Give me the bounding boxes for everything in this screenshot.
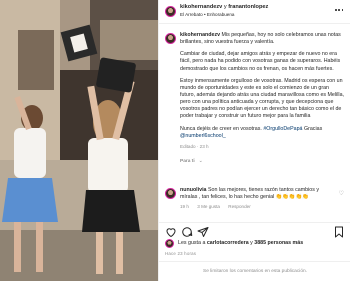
chevron-down-icon: ⌄ — [198, 159, 203, 165]
comments-limited-notice: Se limitaron los comentarios en esta pub… — [159, 261, 350, 281]
post-timestamp[interactable]: Hace 23 horas — [165, 251, 196, 256]
share-icon[interactable] — [197, 226, 209, 238]
comment-reply-button[interactable]: Responder — [228, 204, 250, 209]
comment-likes[interactable]: 3 Me gusta — [197, 204, 220, 209]
comment-text: nunuolivia Son las mejores, tienes razón… — [180, 187, 330, 210]
liker-avatar[interactable] — [165, 239, 174, 248]
comment-item: nunuolivia Son las mejores, tienes razón… — [159, 186, 350, 214]
post-authors[interactable]: kikohernandezv y franantonlopez — [180, 4, 268, 10]
author-username[interactable]: kikohernandezv — [180, 4, 222, 10]
likes-prefix: Les gusta a — [178, 240, 207, 246]
comment-meta: 19 h 3 Me gusta Responder — [180, 203, 330, 210]
comment-time: 19 h — [180, 204, 189, 209]
caption-paragraph-2: Cambiar de ciudad, dejar amigos atrás y … — [180, 51, 341, 72]
comment-sort-label: Para ti — [180, 159, 195, 165]
caption-meta: Editado · 23 h — [180, 143, 209, 149]
likes-text[interactable]: Les gusta a carlotacorredera y 3885 pers… — [178, 240, 303, 246]
likes-summary: Les gusta a carlotacorredera y 3885 pers… — [165, 239, 347, 249]
hashtag-link[interactable]: #OrgulloDePapá — [263, 126, 302, 132]
mention-link[interactable]: @numberl6school_ — [180, 133, 226, 139]
comment-sort[interactable]: Para ti ⌄ — [180, 158, 344, 165]
post-header: kikohernandezv y franantonlopez El Arreb… — [159, 0, 350, 24]
caption-paragraph-3: Estoy inmensamente orgulloso de vosotras… — [180, 77, 344, 120]
more-options-icon[interactable] — [335, 8, 345, 12]
commenter-avatar[interactable] — [165, 188, 176, 199]
caption-paragraph-4: Nunca dejéis de creer en vosotras. — [180, 125, 264, 132]
heart-icon[interactable] — [165, 226, 177, 238]
liker-username[interactable]: carlotacorredera — [207, 240, 249, 246]
commenter-username[interactable]: nunuolivia — [180, 187, 207, 193]
likes-count[interactable]: 3885 personas más — [254, 240, 303, 246]
comment-icon[interactable] — [181, 226, 193, 238]
bookmark-icon[interactable] — [333, 226, 345, 238]
post-location[interactable]: El Arrebato • Enhorabuena — [180, 12, 234, 17]
author-avatar[interactable] — [165, 6, 176, 17]
caption-text: kikohernandezv Mis pequeñas, hoy no solo… — [180, 32, 344, 165]
caption-username[interactable]: kikohernandezv — [180, 32, 220, 38]
action-bar — [159, 222, 350, 238]
comment-like-icon[interactable]: ♡ — [339, 190, 344, 197]
post-photo[interactable] — [0, 0, 158, 281]
caption-thanks: Gracias — [302, 125, 323, 132]
coauthor-username[interactable]: franantonlopez — [228, 4, 268, 10]
post-detail-panel: kikohernandezv y franantonlopez El Arreb… — [158, 0, 350, 281]
caption-avatar[interactable] — [165, 33, 176, 44]
